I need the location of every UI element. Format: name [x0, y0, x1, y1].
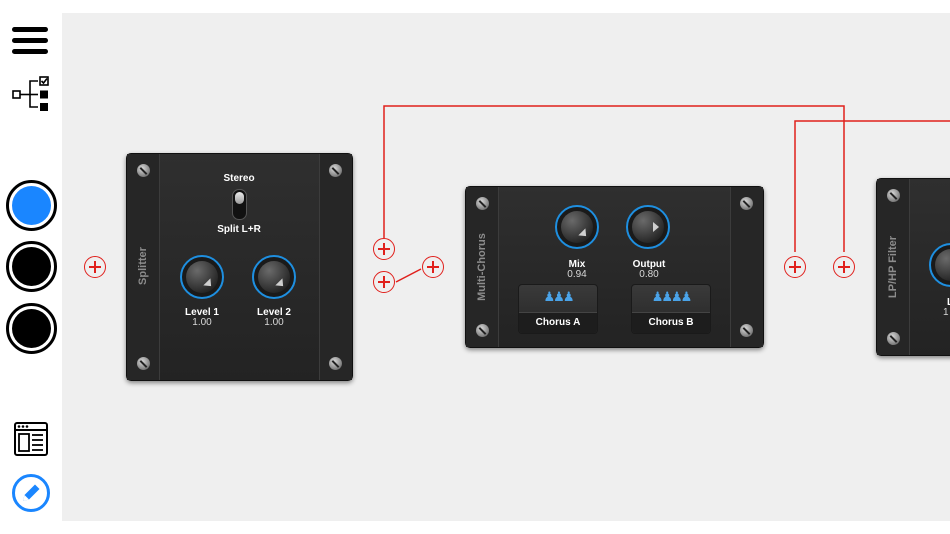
splitter-right-rail [319, 154, 352, 380]
menu-button[interactable] [12, 26, 48, 56]
screw-icon [137, 164, 150, 177]
screw-icon [740, 324, 753, 337]
split-lr-label: Split L+R [217, 224, 261, 235]
screw-icon [329, 164, 342, 177]
screw-icon [329, 357, 342, 370]
add-node-button-6[interactable] [833, 256, 855, 278]
add-node-button-2[interactable] [373, 238, 395, 260]
routing-tree-button[interactable] [12, 76, 52, 112]
module-title: Splitter [137, 247, 149, 285]
screw-icon [887, 332, 900, 345]
stereo-label: Stereo [223, 173, 255, 184]
chorus-a-label: Chorus A [519, 312, 597, 333]
chorus-right-rail [730, 187, 763, 347]
add-node-button-3[interactable] [373, 271, 395, 293]
edit-button[interactable] [11, 473, 51, 513]
pencil-icon [12, 474, 50, 512]
color-button-black-2[interactable] [6, 303, 57, 354]
level-1-value: 1.00 [192, 317, 212, 328]
color-button-blue[interactable] [6, 180, 57, 231]
splitter-module[interactable]: Splitter Stereo Split L+R Level 1 1.00 L… [126, 153, 353, 381]
browser-window-icon [14, 422, 48, 456]
small-group-icon: ♟♟♟ [543, 289, 575, 304]
chorus-b-label: Chorus B [632, 312, 710, 333]
stereo-split-toggle[interactable] [232, 189, 247, 220]
hamburger-menu-icon [12, 27, 48, 54]
screw-icon [887, 189, 900, 202]
mix-value: 0.94 [567, 269, 587, 280]
multi-chorus-module[interactable]: Multi-Chorus Mix 0.94 Output 0.80 ♟♟♟ Ch… [465, 186, 764, 348]
screw-icon [740, 197, 753, 210]
add-node-button-5[interactable] [784, 256, 806, 278]
screw-icon [137, 357, 150, 370]
signal-tree-icon [12, 76, 49, 111]
large-group-icon: ♟♟♟♟ [651, 289, 693, 304]
screw-icon [476, 324, 489, 337]
filter-knob-value: 1 [943, 307, 949, 318]
presets-button[interactable] [13, 421, 49, 457]
chorus-a-preset[interactable]: ♟♟♟ Chorus A [518, 284, 598, 334]
module-title: Multi-Chorus [476, 233, 488, 301]
filter-knob[interactable] [929, 243, 950, 287]
level-2-knob[interactable] [252, 255, 296, 299]
output-knob[interactable] [626, 205, 670, 249]
screw-icon [476, 197, 489, 210]
color-button-black-1[interactable] [6, 241, 57, 292]
module-title: LP/HP Filter [887, 235, 899, 299]
add-node-button-4[interactable] [422, 256, 444, 278]
level-2-value: 1.00 [264, 317, 284, 328]
lp-hp-filter-module[interactable]: LP/HP Filter L 1 [876, 178, 950, 356]
level-1-knob[interactable] [180, 255, 224, 299]
mix-knob[interactable] [555, 205, 599, 249]
add-node-button-1[interactable] [84, 256, 106, 278]
output-value: 0.80 [639, 269, 659, 280]
chorus-b-preset[interactable]: ♟♟♟♟ Chorus B [631, 284, 711, 334]
